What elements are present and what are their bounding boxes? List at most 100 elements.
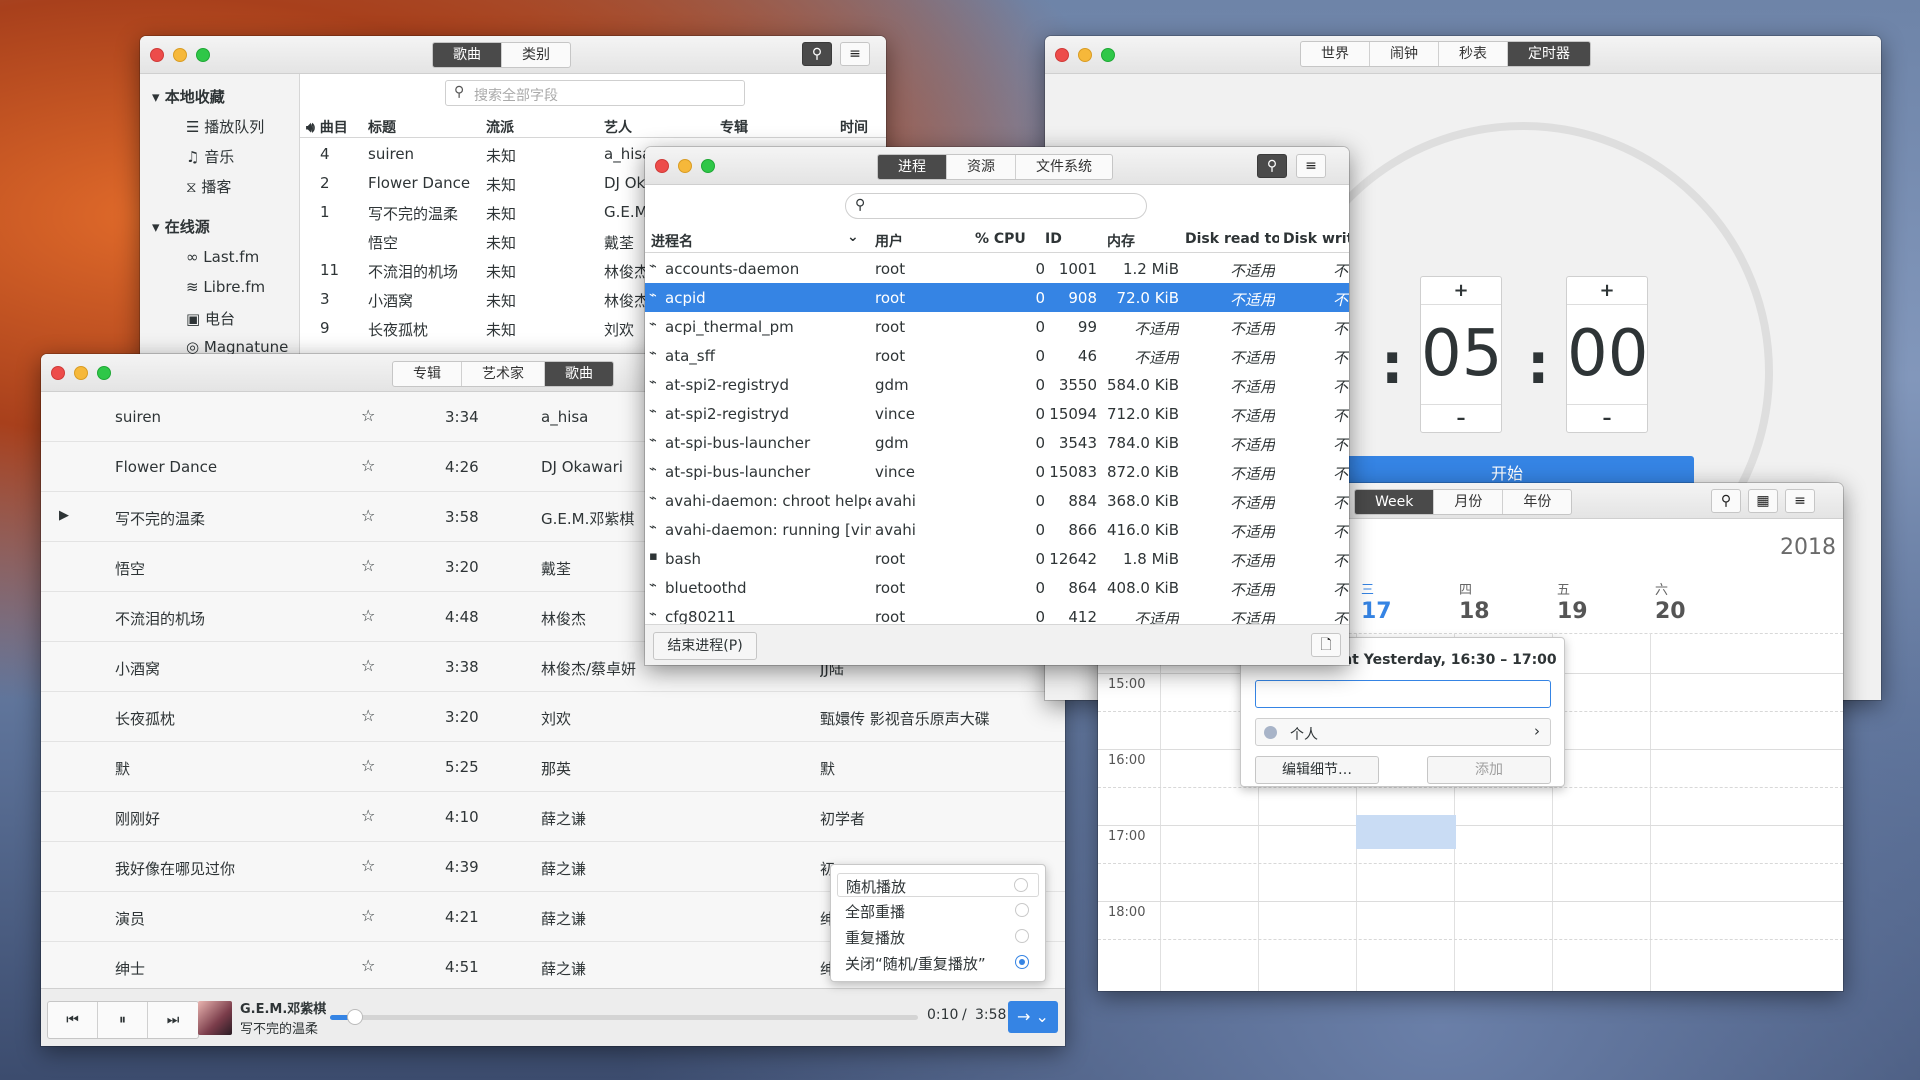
- radio-button[interactable]: [1015, 929, 1029, 943]
- process-row[interactable]: ⌁ at-spi2-registryd vince 0 15094 712.0 KiB 不适…: [645, 399, 1349, 428]
- sidebar-item-librefm[interactable]: ≋ Libre.fm: [186, 278, 265, 296]
- tab-stopwatch[interactable]: 秒表: [1439, 42, 1508, 66]
- process-row[interactable]: ⌁ avahi-daemon: running [vince avahi 0 866 41…: [645, 515, 1349, 544]
- progress-slider[interactable]: [330, 1009, 918, 1025]
- day-number[interactable]: 19: [1557, 599, 1588, 624]
- repeat-mode-button[interactable]: → ⌄: [1008, 1001, 1058, 1033]
- minutes-plus-button[interactable]: +: [1421, 277, 1501, 305]
- process-row[interactable]: ▪ bash root 0 12642 1.8 MiB 不适用 不: [645, 544, 1349, 573]
- tab-year[interactable]: 年份: [1503, 490, 1571, 514]
- sidebar-item-music[interactable]: ♫ 音乐: [186, 146, 234, 167]
- process-row[interactable]: ⌁ accounts-daemon root 0 1001 1.2 MiB 不适用 不: [645, 254, 1349, 283]
- album-art[interactable]: [198, 1001, 232, 1035]
- maximize-button[interactable]: [701, 159, 715, 173]
- maximize-button[interactable]: [1101, 48, 1115, 62]
- search-button[interactable]: ⚲: [802, 42, 832, 66]
- day-number[interactable]: 20: [1655, 599, 1686, 624]
- star-icon[interactable]: ☆: [361, 956, 375, 975]
- process-row[interactable]: ⌁ cfg80211 root 0 412 不适用 不适用 不: [645, 602, 1349, 624]
- minimize-button[interactable]: [173, 48, 187, 62]
- tab-resources[interactable]: 资源: [947, 155, 1016, 179]
- process-row[interactable]: ⌁ at-spi-bus-launcher vince 0 15083 872.0 KiB…: [645, 457, 1349, 486]
- search-button[interactable]: ⚲: [1257, 154, 1287, 178]
- col-track[interactable]: 🔊︎ 曲目: [306, 117, 348, 137]
- tab-world[interactable]: 世界: [1301, 42, 1370, 66]
- sidebar-item-lastfm[interactable]: ∞ Last.fm: [186, 248, 259, 266]
- maximize-button[interactable]: [97, 366, 111, 380]
- process-row[interactable]: ⌁ acpi_thermal_pm root 0 99 不适用 不适用 不: [645, 312, 1349, 341]
- tab-songs[interactable]: 歌曲: [433, 43, 502, 67]
- minimize-button[interactable]: [678, 159, 692, 173]
- maximize-button[interactable]: [196, 48, 210, 62]
- star-icon[interactable]: ☆: [361, 706, 375, 725]
- col-album[interactable]: 专辑: [720, 117, 748, 137]
- song-row[interactable]: 刚刚好 ☆ 4:10 薛之谦 初学者: [41, 792, 1065, 842]
- process-row[interactable]: ⌁ at-spi2-registryd gdm 0 3550 584.0 KiB 不适用 不: [645, 370, 1349, 399]
- tab-filesystems[interactable]: 文件系统: [1016, 155, 1112, 179]
- progress-handle[interactable]: [346, 1009, 363, 1025]
- process-search-input[interactable]: ⚲: [845, 193, 1147, 219]
- process-row[interactable]: ⌁ bluetoothd root 0 864 408.0 KiB 不适用 不: [645, 573, 1349, 602]
- event-summary-input[interactable]: [1255, 680, 1551, 708]
- radio-button[interactable]: [1014, 878, 1028, 892]
- close-button[interactable]: [655, 159, 669, 173]
- minutes-minus-button[interactable]: –: [1421, 404, 1501, 432]
- tab-week[interactable]: Week: [1355, 490, 1435, 514]
- edit-details-button[interactable]: 编辑细节…: [1255, 756, 1379, 784]
- star-icon[interactable]: ☆: [361, 806, 375, 825]
- star-icon[interactable]: ☆: [361, 406, 375, 425]
- star-icon[interactable]: ☆: [361, 506, 375, 525]
- col-artist[interactable]: 艺人: [604, 117, 632, 137]
- sidebar-header-local[interactable]: ▾ 本地收藏: [152, 86, 225, 107]
- sidebar-header-online[interactable]: ▾ 在线源: [152, 216, 210, 237]
- process-row[interactable]: ⌁ at-spi-bus-launcher gdm 0 3543 784.0 KiB 不适用…: [645, 428, 1349, 457]
- sidebar-item-queue[interactable]: ☰ 播放队列: [186, 116, 264, 137]
- add-event-button[interactable]: 添加: [1427, 756, 1551, 784]
- tab-alarm[interactable]: 闹钟: [1370, 42, 1439, 66]
- tab-processes[interactable]: 进程: [878, 155, 947, 179]
- col-genre[interactable]: 流派: [486, 117, 514, 137]
- col-cpu[interactable]: % CPU: [975, 231, 1026, 247]
- close-button[interactable]: [1055, 48, 1069, 62]
- repeat-mode-option[interactable]: 关闭“随机/重复播放”: [837, 951, 1039, 975]
- radio-button[interactable]: [1015, 955, 1029, 969]
- search-button[interactable]: ⚲: [1711, 489, 1741, 513]
- col-user[interactable]: 用户: [875, 231, 903, 251]
- repeat-mode-option[interactable]: 随机播放: [837, 873, 1039, 897]
- menu-button[interactable]: ≡: [840, 42, 870, 66]
- col-disk-write[interactable]: Disk writ: [1283, 231, 1349, 247]
- col-time[interactable]: 时间: [840, 117, 868, 137]
- day-number[interactable]: 17: [1361, 599, 1392, 624]
- star-icon[interactable]: ☆: [361, 606, 375, 625]
- process-row[interactable]: ⌁ avahi-daemon: chroot helper avahi 0 884 368…: [645, 486, 1349, 515]
- tab-categories[interactable]: 类别: [502, 43, 570, 67]
- song-row[interactable]: 长夜孤枕 ☆ 3:20 刘欢 甄嬛传 影视音乐原声大碟: [41, 692, 1065, 742]
- minimize-button[interactable]: [74, 366, 88, 380]
- col-id[interactable]: ID: [1045, 231, 1062, 247]
- seconds-minus-button[interactable]: –: [1567, 404, 1647, 432]
- seconds-value[interactable]: 00: [1567, 305, 1648, 404]
- tab-albums[interactable]: 专辑: [393, 362, 462, 386]
- search-field[interactable]: ⚲ 搜索全部字段: [445, 80, 745, 106]
- seconds-plus-button[interactable]: +: [1567, 277, 1647, 305]
- col-process-name[interactable]: 进程名: [651, 231, 693, 251]
- process-row[interactable]: ⌁ ata_sff root 0 46 不适用 不适用 不: [645, 341, 1349, 370]
- next-button[interactable]: ⏭︎: [148, 1002, 198, 1038]
- star-icon[interactable]: ☆: [361, 656, 375, 675]
- calendar-select[interactable]: 个人 ›: [1255, 718, 1551, 746]
- menu-button[interactable]: ≡: [1296, 154, 1326, 178]
- minimize-button[interactable]: [1078, 48, 1092, 62]
- col-memory[interactable]: 内存: [1107, 231, 1135, 251]
- col-title[interactable]: 标题: [368, 117, 396, 137]
- star-icon[interactable]: ☆: [361, 556, 375, 575]
- process-row[interactable]: ⌁ acpid root 0 908 72.0 KiB 不适用 不: [645, 283, 1349, 312]
- previous-button[interactable]: ⏮︎: [48, 1002, 98, 1038]
- new-event-block[interactable]: [1356, 815, 1456, 849]
- sidebar-item-radio[interactable]: ▣ 电台: [186, 308, 235, 329]
- end-process-button[interactable]: 结束进程(P): [653, 632, 757, 660]
- tab-timer[interactable]: 定时器: [1508, 42, 1590, 66]
- repeat-mode-option[interactable]: 全部重播: [837, 899, 1039, 923]
- tab-songs[interactable]: 歌曲: [545, 362, 613, 386]
- tab-month[interactable]: 月份: [1434, 490, 1504, 514]
- star-icon[interactable]: ☆: [361, 456, 375, 475]
